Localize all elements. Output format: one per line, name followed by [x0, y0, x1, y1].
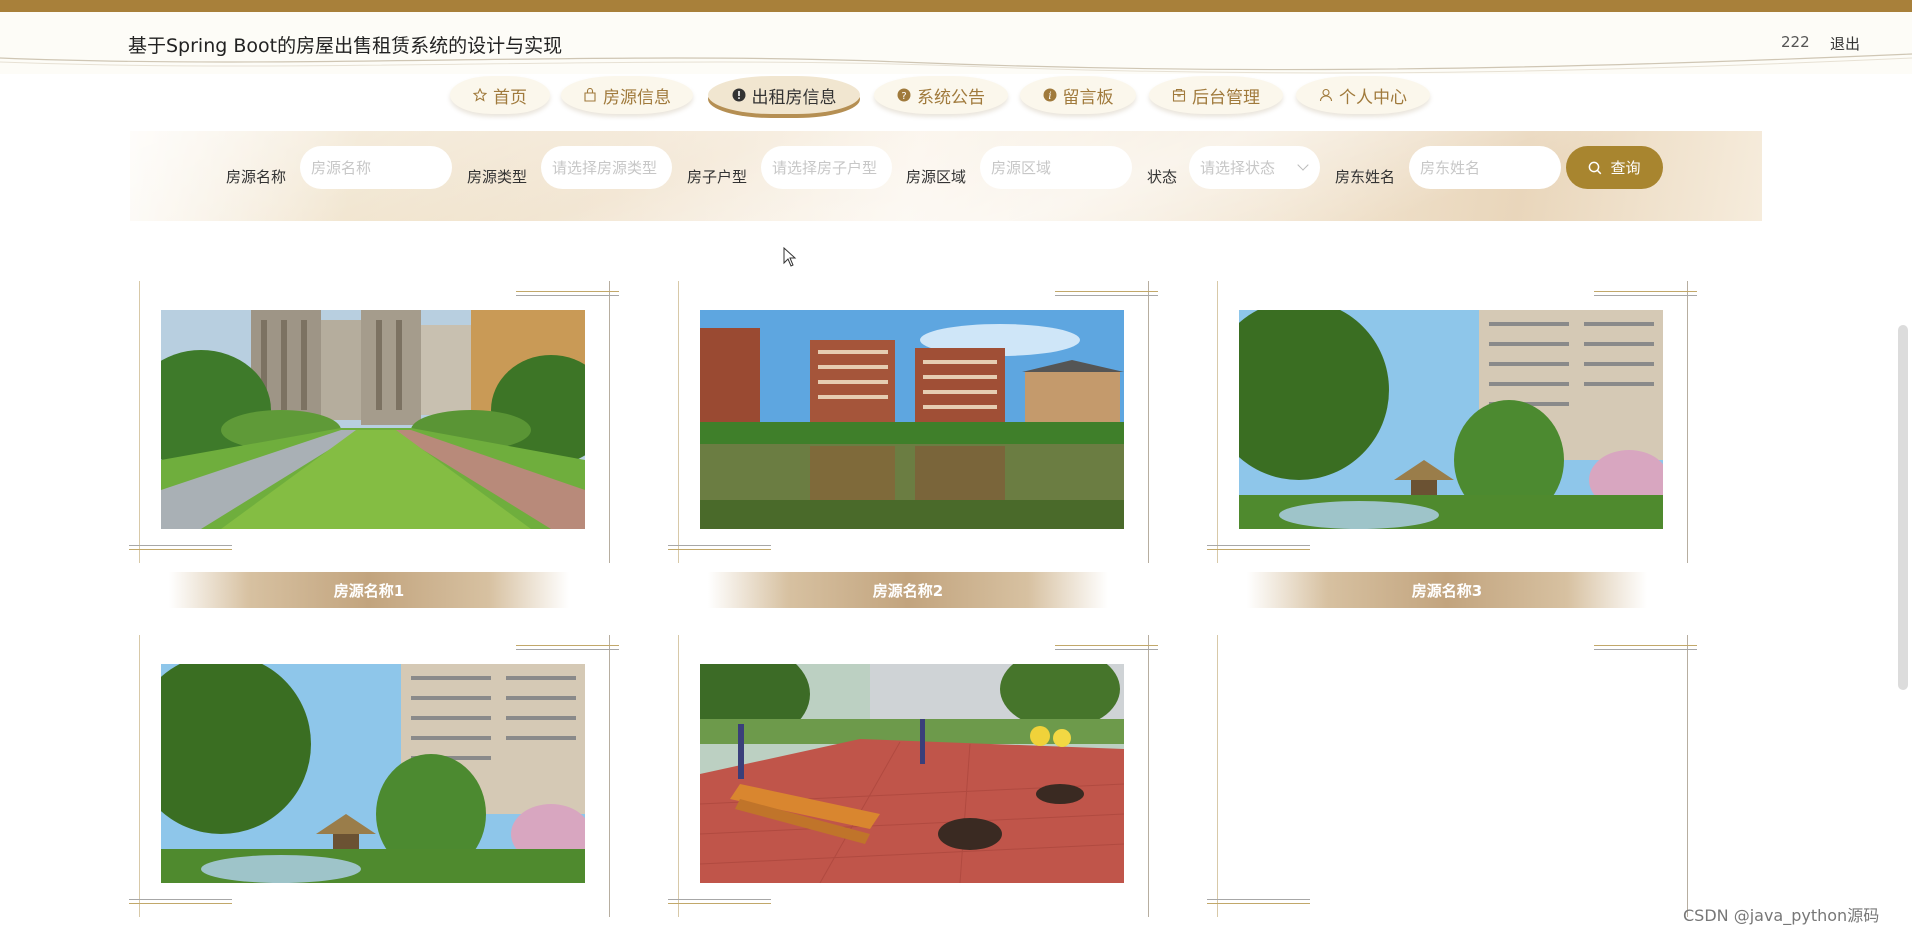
search-label-layout: 房子户型 — [687, 168, 748, 186]
listing-card[interactable]: 房源名称1 — [129, 281, 619, 608]
nav-label: 后台管理 — [1192, 87, 1260, 108]
main-nav: 首页 房源信息 出租房信息 ? 系统公告 i 留言板 后台管理 个人中心 — [0, 76, 1912, 120]
listing-photo-plaza-bench[interactable] — [700, 664, 1124, 883]
nav-announcements[interactable]: ? 系统公告 — [874, 76, 1008, 114]
house-layout-select[interactable]: 请选择房子户型 — [761, 146, 892, 189]
info-circle-icon: i — [1043, 88, 1056, 102]
search-label-name: 房源名称 — [226, 168, 287, 186]
search-label-landlord: 房东姓名 — [1335, 168, 1396, 186]
listing-card[interactable] — [129, 635, 619, 933]
nav-listings[interactable]: 房源信息 — [561, 76, 693, 114]
box-icon — [1172, 88, 1186, 102]
listing-name[interactable]: 房源名称2 — [708, 572, 1108, 608]
nav-label: 个人中心 — [1339, 87, 1407, 108]
listing-card[interactable] — [668, 635, 1158, 933]
bag-icon — [584, 88, 596, 102]
svg-text:?: ? — [901, 91, 906, 102]
nav-label: 留言板 — [1062, 87, 1114, 108]
mouse-cursor-icon — [783, 247, 797, 267]
listing-photo-garden-pavilion[interactable] — [1239, 310, 1663, 529]
header-accent-bar — [0, 0, 1912, 12]
status-select[interactable]: 请选择状态 — [1189, 146, 1320, 189]
listing-card[interactable] — [1207, 635, 1697, 933]
star-icon — [473, 88, 487, 102]
chevron-down-icon — [1297, 159, 1309, 171]
search-bar: 房源名称 房源名称 房源类型 请选择房源类型 房子户型 请选择房子户型 房源区域… — [130, 131, 1762, 221]
landlord-name-input[interactable]: 房东姓名 — [1409, 146, 1561, 189]
nav-home[interactable]: 首页 — [450, 76, 550, 114]
nav-label: 房源信息 — [603, 87, 671, 108]
user-icon — [1319, 88, 1333, 102]
listing-photo-lake-buildings[interactable] — [700, 310, 1124, 529]
nav-label: 出租房信息 — [751, 87, 837, 108]
listing-card[interactable]: 房源名称2 — [668, 281, 1158, 608]
nav-label: 首页 — [493, 87, 527, 108]
search-button-label: 查询 — [1610, 159, 1641, 177]
nav-admin[interactable]: 后台管理 — [1149, 76, 1283, 114]
search-icon — [1589, 161, 1602, 174]
listing-name[interactable]: 房源名称1 — [169, 572, 569, 608]
house-area-input[interactable]: 房源区域 — [980, 146, 1132, 189]
nav-rentals[interactable]: 出租房信息 — [708, 76, 860, 114]
nav-label: 系统公告 — [917, 87, 985, 108]
search-label-status: 状态 — [1147, 168, 1178, 186]
nav-message-board[interactable]: i 留言板 — [1020, 76, 1136, 114]
listing-photo-garden-lawn[interactable] — [161, 310, 585, 529]
svg-text:i: i — [1048, 91, 1051, 102]
search-label-area: 房源区域 — [906, 168, 967, 186]
alert-circle-icon — [732, 88, 745, 102]
listing-card[interactable]: 房源名称3 — [1207, 281, 1697, 608]
listing-name[interactable]: 房源名称3 — [1247, 572, 1647, 608]
search-label-type: 房源类型 — [467, 168, 528, 186]
search-button[interactable]: 查询 — [1566, 146, 1663, 189]
user-name[interactable]: 222 — [1781, 33, 1810, 51]
page-scrollbar[interactable] — [1898, 325, 1908, 690]
site-title: 基于Spring Boot的房屋出售租赁系统的设计与实现 — [128, 35, 563, 57]
listing-photo-garden-pavilion[interactable] — [161, 664, 585, 883]
watermark: CSDN @java_python源码 — [1683, 906, 1880, 925]
logout-link[interactable]: 退出 — [1830, 33, 1860, 54]
question-circle-icon: ? — [897, 88, 911, 102]
nav-profile[interactable]: 个人中心 — [1296, 76, 1430, 114]
house-name-input[interactable]: 房源名称 — [300, 146, 452, 189]
house-type-select[interactable]: 请选择房源类型 — [541, 146, 672, 189]
